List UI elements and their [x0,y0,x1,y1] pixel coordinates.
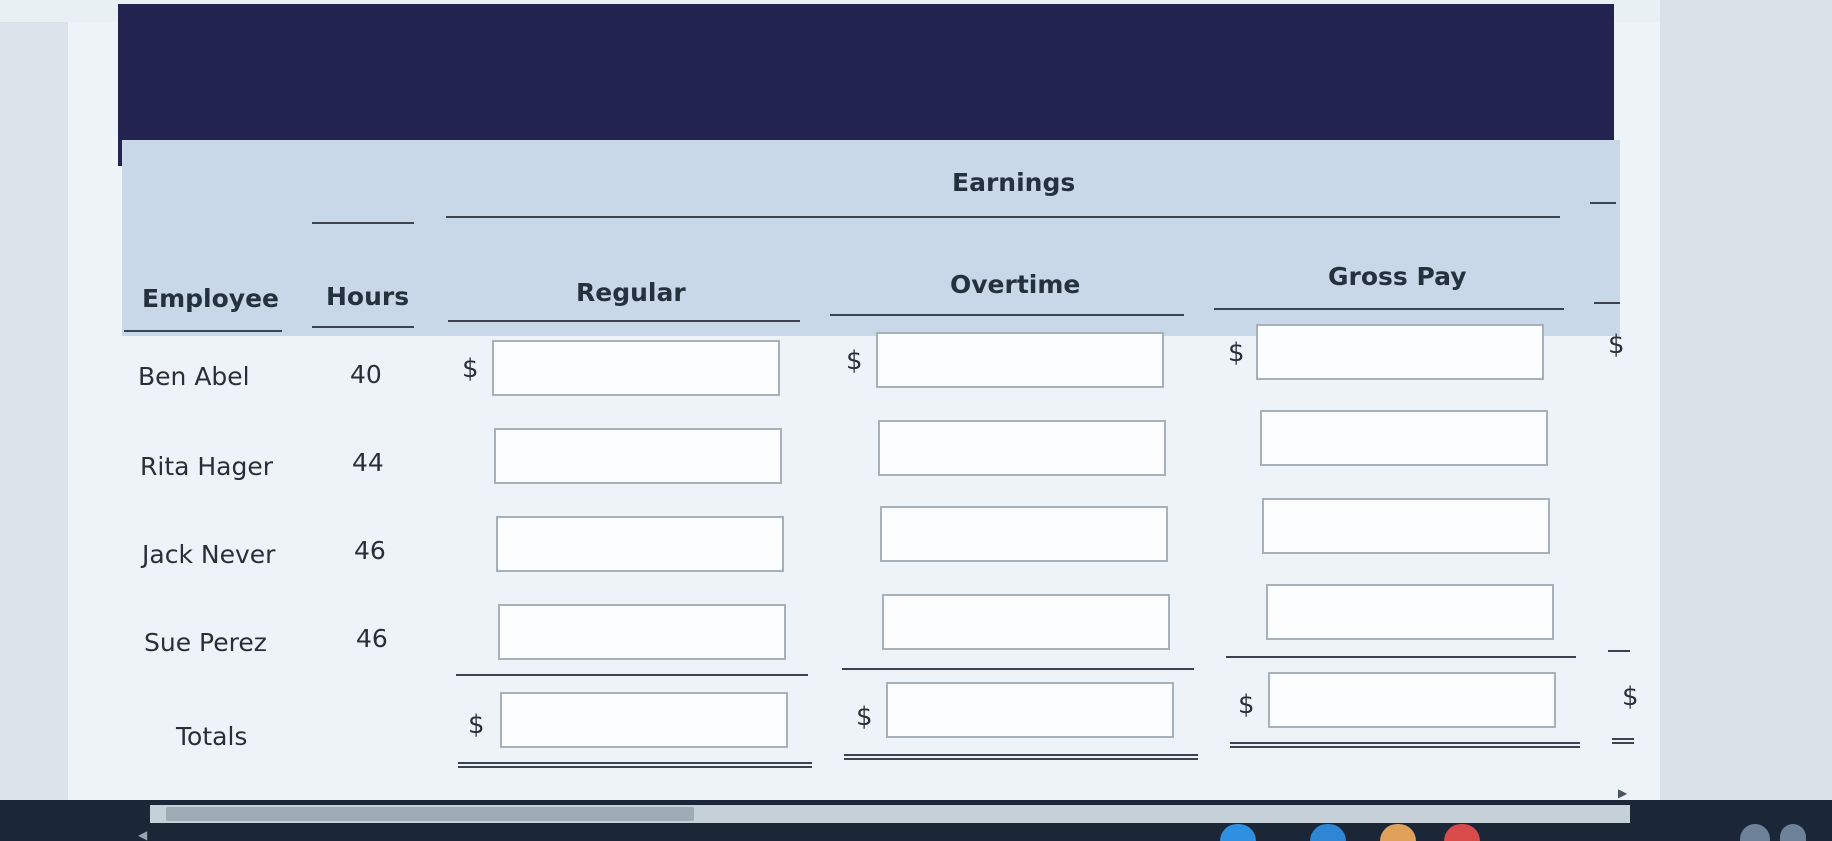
earnings-heading: Earnings [952,168,1076,197]
overtime-total-rule [842,668,1194,670]
overtime-earnings-input[interactable] [876,332,1164,388]
earnings-underline [446,216,1560,218]
employee-header-underline [124,330,282,332]
currency-symbol: $ [846,346,863,376]
employee-header: Employee [142,284,279,313]
employee-name: Ben Abel [138,362,250,391]
gross-pay-total-double-rule [1230,742,1580,748]
employee-name: Jack Never [142,540,276,569]
scroll-right-icon[interactable]: ▶ [1618,786,1627,800]
employee-name: Sue Perez [144,628,267,657]
taskbar-icons [1220,824,1820,841]
regular-header: Regular [576,278,686,307]
taskbar-app-icon[interactable] [1310,824,1346,841]
overtime-header: Overtime [950,270,1081,299]
currency-symbol: $ [462,354,479,384]
hours-header-dash [312,222,414,224]
taskbar-app-icon[interactable] [1444,824,1480,841]
extra-total-rule [1608,650,1630,652]
regular-earnings-input[interactable] [492,340,780,396]
wifi-icon[interactable] [1740,824,1770,841]
hours-header: Hours [326,282,410,311]
overtime-total-input[interactable] [886,682,1174,738]
employee-hours: 40 [350,360,382,389]
regular-total-rule [456,674,808,676]
gross-pay-input[interactable] [1262,498,1550,554]
employee-name: Rita Hager [140,452,274,481]
right-gutter [1660,0,1832,800]
overtime-earnings-input[interactable] [880,506,1168,562]
overtime-earnings-input[interactable] [878,420,1166,476]
left-gutter [0,22,68,802]
overtime-earnings-input[interactable] [882,594,1170,650]
gross-pay-total-rule [1226,656,1576,658]
scroll-left-icon[interactable]: ◀ [138,828,147,841]
gross-pay-total-input[interactable] [1268,672,1556,728]
scrollbar-thumb[interactable] [166,807,694,821]
extra-total-double-rule [1612,738,1634,744]
taskbar-app-icon[interactable] [1380,824,1416,841]
gross-pay-input[interactable] [1266,584,1554,640]
regular-earnings-input[interactable] [496,516,784,572]
hours-header-underline [312,326,414,328]
regular-earnings-input[interactable] [494,428,782,484]
taskbar-app-icon[interactable] [1220,824,1256,841]
totals-label: Totals [176,722,248,751]
gross-pay-header-underline [1214,308,1564,310]
currency-symbol: $ [856,702,873,732]
currency-symbol: $ [1622,682,1639,712]
gross-pay-input[interactable] [1260,410,1548,466]
regular-total-input[interactable] [500,692,788,748]
employee-hours: 46 [356,624,388,653]
overtime-header-underline [830,314,1184,316]
currency-symbol: $ [1608,330,1625,360]
gross-pay-input[interactable] [1256,324,1544,380]
speaker-icon[interactable] [1780,824,1806,841]
regular-earnings-input[interactable] [498,604,786,660]
overtime-total-double-rule [844,754,1198,760]
currency-symbol: $ [1238,690,1255,720]
extra-header-underline [1594,302,1620,304]
regular-header-underline [448,320,800,322]
employee-hours: 44 [352,448,384,477]
regular-total-double-rule [458,762,812,768]
right-header-dash [1590,202,1616,204]
currency-symbol: $ [468,710,485,740]
payroll-page: Earnings Employee Hours Regular Overtime… [0,0,1832,841]
gross-pay-header: Gross Pay [1328,262,1467,291]
employee-hours: 46 [354,536,386,565]
currency-symbol: $ [1228,338,1245,368]
